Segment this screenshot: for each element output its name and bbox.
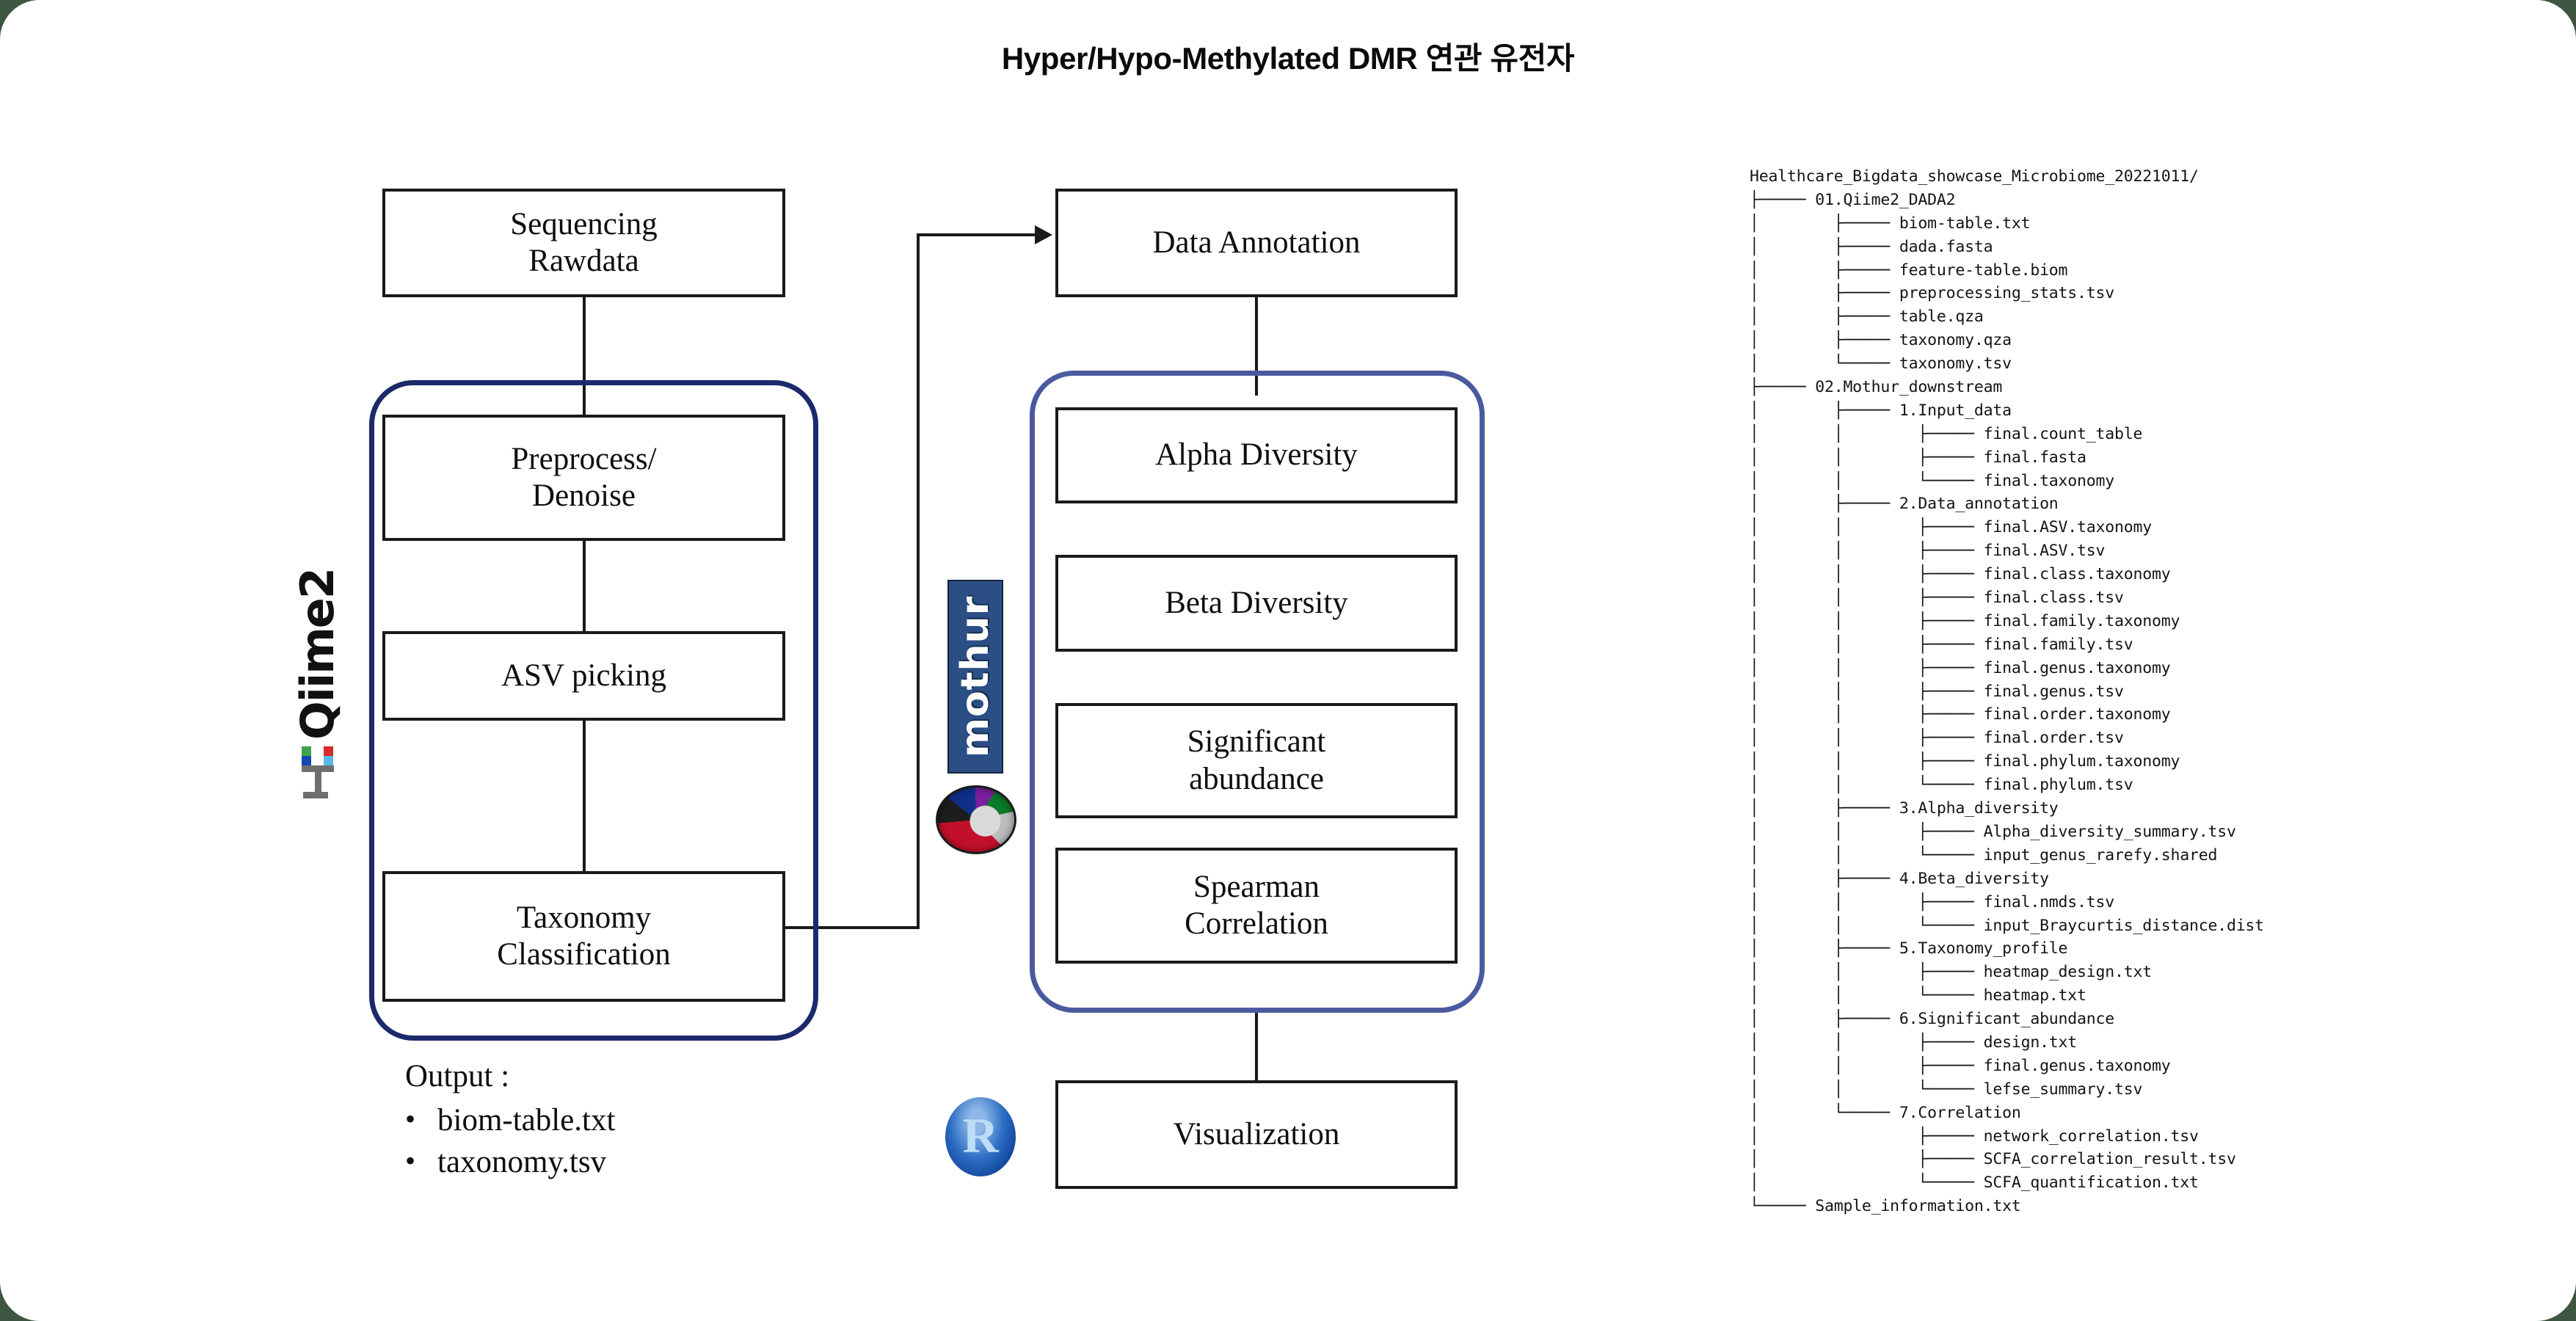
mothur-logo-label: mothur	[953, 595, 997, 758]
file-tree-row: │ │ ├───── final.class.tsv	[1750, 589, 2124, 608]
file-tree-row: │ │ ├───── final.class.taxonomy	[1750, 565, 2171, 584]
file-tree-row: │ │ ├───── final.phylum.taxonomy	[1750, 752, 2180, 771]
file-tree-row: │ ├───── 1.Input_data	[1750, 401, 2012, 420]
file-tree-row: │ │ └───── heatmap.txt	[1750, 986, 2086, 1005]
box-taxonomy-classification-label: Taxonomy Classification	[497, 900, 671, 972]
connector-mothur-to-visualization	[1255, 1013, 1258, 1086]
box-alpha-diversity: Alpha Diversity	[1055, 407, 1458, 503]
r-logo-label: R	[962, 1107, 999, 1163]
file-tree-row: │ ├───── taxonomy.qza	[1750, 331, 2012, 350]
file-tree-row: Healthcare_Bigdata_showcase_Microbiome_2…	[1750, 167, 2199, 186]
file-tree-row: │ ├───── 2.Data_annotation	[1750, 495, 2059, 514]
file-tree-row: │ │ ├───── heatmap_design.txt	[1750, 963, 2152, 982]
file-tree-row: │ │ ├───── design.txt	[1750, 1033, 2078, 1052]
output-item: • taxonomy.tsv	[405, 1144, 615, 1180]
output-item-label: biom-table.txt	[437, 1103, 616, 1138]
box-visualization-label: Visualization	[1173, 1116, 1340, 1151]
file-tree-row: │ │ ├───── final.genus.tsv	[1750, 682, 2124, 701]
output-title: Output :	[405, 1059, 510, 1093]
box-preprocess-denoise-label: Preprocess/ Denoise	[511, 441, 657, 513]
file-tree-row: │ │ ├───── final.ASV.taxonomy	[1750, 518, 2152, 537]
box-visualization: Visualization	[1055, 1080, 1458, 1189]
mothur-circle-icon	[936, 785, 1016, 854]
qiime2-logo: Qiime2	[285, 569, 351, 799]
file-tree-row: │ │ ├───── final.genus.taxonomy	[1750, 658, 2171, 677]
file-tree-row: │ ├───── table.qza	[1750, 307, 1984, 327]
box-spearman-correlation: Spearman Correlation	[1055, 848, 1458, 964]
bullet-icon: •	[405, 1144, 416, 1178]
file-tree-row: │ │ └───── final.taxonomy	[1750, 471, 2115, 490]
file-tree-row: │ └───── taxonomy.tsv	[1750, 354, 2012, 374]
output-item-label: taxonomy.tsv	[437, 1145, 607, 1180]
r-logo: R	[945, 1097, 1016, 1176]
file-tree-row: │ │ ├───── final.ASV.tsv	[1750, 542, 2106, 561]
file-tree-row: │ ├───── 6.Significant_abundance	[1750, 1010, 2115, 1029]
box-beta-diversity-label: Beta Diversity	[1165, 585, 1348, 620]
page-title: Hyper/Hypo-Methylated DMR 연관 유전자	[1001, 41, 1575, 76]
file-tree-row: │ │ ├───── final.family.taxonomy	[1750, 611, 2180, 630]
file-tree-row: │ ├───── SCFA_correlation_result.tsv	[1750, 1150, 2236, 1169]
file-tree-row: │ │ ├───── final.order.taxonomy	[1750, 705, 2171, 724]
box-significant-abundance: Significant abundance	[1055, 703, 1458, 818]
box-data-annotation: Data Annotation	[1055, 189, 1458, 297]
file-tree-row: ├───── 02.Mothur_downstream	[1750, 378, 2003, 397]
bullet-icon: •	[405, 1102, 416, 1135]
box-asv-picking: ASV picking	[382, 631, 785, 721]
file-tree-row: └───── Sample_information.txt	[1750, 1197, 2021, 1216]
file-tree-row: │ │ ├───── final.fasta	[1750, 448, 2086, 467]
file-tree-row: │ ├───── feature-table.biom	[1750, 261, 2068, 280]
connector-into-annotation-horizontal	[917, 233, 1048, 236]
qiime2-mark-icon	[296, 743, 340, 799]
box-sequencing-rawdata-label: Sequencing Rawdata	[510, 206, 658, 278]
box-beta-diversity: Beta Diversity	[1055, 555, 1458, 652]
file-tree-row: │ │ ├───── final.order.tsv	[1750, 729, 2124, 748]
file-tree-row: │ ├───── 5.Taxonomy_profile	[1750, 939, 2068, 958]
box-significant-abundance-label: Significant abundance	[1187, 724, 1326, 796]
connector-taxonomy-out-vertical	[917, 233, 920, 929]
file-tree-row: │ │ ├───── Alpha_diversity_summary.tsv	[1750, 822, 2236, 841]
file-tree: Healthcare_Bigdata_showcase_Microbiome_2…	[1750, 165, 2264, 1218]
box-preprocess-denoise: Preprocess/ Denoise	[382, 415, 785, 541]
box-spearman-correlation-label: Spearman Correlation	[1185, 869, 1328, 941]
arrow-into-annotation-icon	[1035, 225, 1052, 244]
output-list: Output : • biom-table.txt • taxonomy.tsv	[405, 1058, 615, 1180]
file-tree-row: │ │ └───── input_Braycurtis_distance.dis…	[1750, 916, 2264, 935]
file-tree-row: │ ├───── preprocessing_stats.tsv	[1750, 284, 2115, 303]
file-tree-row: │ │ └───── input_genus_rarefy.shared	[1750, 845, 2218, 865]
file-tree-row: │ ├───── network_correlation.tsv	[1750, 1127, 2199, 1146]
box-taxonomy-classification: Taxonomy Classification	[382, 871, 785, 1002]
output-item: • biom-table.txt	[405, 1103, 615, 1138]
mothur-logo: mothur	[947, 580, 1003, 774]
file-tree-row: │ │ ├───── final.nmds.tsv	[1750, 892, 2115, 911]
file-tree-row: │ ├───── biom-table.txt	[1750, 214, 2031, 233]
file-tree-row: │ ├───── dada.fasta	[1750, 237, 1993, 256]
file-tree-row: ├───── 01.Qiime2_DADA2	[1750, 190, 1956, 209]
file-tree-row: │ │ ├───── final.family.tsv	[1750, 635, 2133, 654]
file-tree-row: │ └───── 7.Correlation	[1750, 1103, 2021, 1122]
file-tree-row: │ │ └───── final.phylum.tsv	[1750, 776, 2133, 795]
file-tree-row: │ │ ├───── final.genus.taxonomy	[1750, 1056, 2171, 1075]
file-tree-row: │ └───── SCFA_quantification.txt	[1750, 1173, 2199, 1193]
diagram-canvas: Hyper/Hypo-Methylated DMR 연관 유전자 Sequenc…	[0, 0, 2576, 1321]
file-tree-row: │ │ └───── lefse_summary.tsv	[1750, 1080, 2143, 1099]
file-tree-row: │ ├───── 4.Beta_diversity	[1750, 869, 2049, 888]
box-data-annotation-label: Data Annotation	[1152, 225, 1361, 260]
box-asv-picking-label: ASV picking	[501, 658, 666, 693]
file-tree-row: │ ├───── 3.Alpha_diversity	[1750, 799, 2059, 818]
box-alpha-diversity-label: Alpha Diversity	[1155, 437, 1358, 473]
box-sequencing-rawdata: Sequencing Rawdata	[382, 189, 785, 297]
qiime2-logo-label: Qiime2	[291, 569, 344, 740]
file-tree-row: │ │ ├───── final.count_table	[1750, 424, 2143, 443]
